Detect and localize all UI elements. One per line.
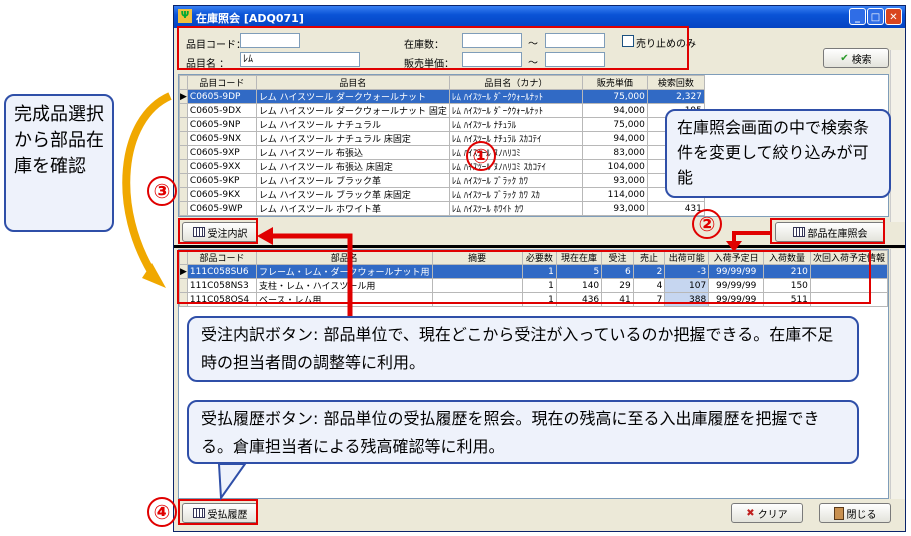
history-note-pointer xyxy=(217,463,247,501)
left-note-text: 完成品選択から部品在庫を確認 xyxy=(14,104,104,177)
product-cell: 94,000 xyxy=(581,131,648,146)
receipt-history-highlight xyxy=(178,499,258,525)
minimize-button[interactable]: _ xyxy=(849,8,866,25)
product-cell: 93,000 xyxy=(581,201,648,216)
order-note-text: 受注内訳ボタン: 部品単位で、現在どこから受注が入っているのか把握できる。在庫不… xyxy=(201,325,834,372)
right-note-text: 在庫照会画面の中で検索条件を変更して絞り込みが可能 xyxy=(677,118,870,187)
product-row[interactable]: C0605-9KX レム ハイスツール ブラック革 床固定 ﾚﾑ ﾊｲｽﾂｰﾙ ﾌﾞ… xyxy=(179,187,705,202)
product-row[interactable]: C0605-9NX レム ハイスツール ナチュラル 床固定 ﾚﾑ ﾊｲｽﾂｰﾙ ﾅﾁ… xyxy=(179,131,705,146)
close-label: 閉じる xyxy=(846,509,877,521)
product-cell: 2,327 xyxy=(646,89,705,104)
product-cell: 75,000 xyxy=(581,117,648,132)
product-cell: レム ハイスツール ダークウォールナット 固定 xyxy=(255,103,450,118)
order-note-callout: 受注内訳ボタン: 部品単位で、現在どこから受注が入っているのか把握できる。在庫不… xyxy=(187,316,859,382)
row-selector[interactable] xyxy=(179,187,188,202)
row-selector[interactable] xyxy=(179,145,188,160)
product-cell: レム ハイスツール ブラック革 xyxy=(255,173,450,188)
order-detail-highlight xyxy=(178,218,258,244)
product-row[interactable]: C0605-9NP レム ハイスツール ナチュラル ﾚﾑ ﾊｲｽﾂｰﾙ ﾅﾁｭﾗﾙ 7… xyxy=(179,117,705,132)
product-cell: レム ハイスツール 布張込 床固定 xyxy=(255,159,450,174)
row-selector[interactable] xyxy=(179,103,188,118)
product-row[interactable]: C0605-9XX レム ハイスツール 布張込 床固定 ﾚﾑ ﾊｲｽﾂｰﾙ ﾇﾉﾊﾘ… xyxy=(179,159,705,174)
product-cell: 93,000 xyxy=(581,173,648,188)
app-logo-icon: Ψ xyxy=(178,9,192,23)
product-row[interactable]: C0605-9KP レム ハイスツール ブラック革 ﾚﾑ ﾊｲｽﾂｰﾙ ﾌﾞﾗｯｸ … xyxy=(179,173,705,188)
search-conditions-highlight xyxy=(177,26,689,70)
product-cell: ﾚﾑ ﾊｲｽﾂｰﾙ ﾅﾁｭﾗﾙ xyxy=(448,117,583,132)
product-cell: C0605-9WP xyxy=(186,201,257,216)
product-cell: ﾚﾑ ﾊｲｽﾂｰﾙ ﾌﾞﾗｯｸ ｶﾜ ｽｶ xyxy=(448,187,583,202)
marker-1: ① xyxy=(466,141,496,171)
maximize-button[interactable]: □ xyxy=(867,8,884,25)
product-row[interactable]: C0605-9XP レム ハイスツール 布張込 ﾚﾑ ﾊｲｽﾂｰﾙ ﾇﾉﾊﾘｺﾐ 83… xyxy=(179,145,705,160)
clear-label: クリア xyxy=(757,509,788,521)
product-col-header[interactable]: 検索回数 xyxy=(646,75,705,90)
product-cell: C0605-9NX xyxy=(186,131,257,146)
close-button[interactable]: 閉じる xyxy=(819,503,891,523)
product-cell: 83,000 xyxy=(581,145,648,160)
product-cell: レム ハイスツール ダークウォールナット xyxy=(255,89,450,104)
product-cell: C0605-9NP xyxy=(186,117,257,132)
product-cell: ﾚﾑ ﾊｲｽﾂｰﾙ ﾀﾞｰｸｳｫｰﾙﾅｯﾄ xyxy=(448,103,583,118)
product-cell: C0605-9KX xyxy=(186,187,257,202)
product-col-header[interactable]: 品目名（カナ） xyxy=(448,75,583,90)
product-cell: 114,000 xyxy=(581,187,648,202)
row-selector[interactable] xyxy=(179,131,188,146)
product-col-header[interactable]: 販売単価 xyxy=(581,75,648,90)
window-title: 在庫照会 [ADQ071] xyxy=(196,12,304,25)
product-cell: 75,000 xyxy=(581,89,648,104)
product-row[interactable]: C0605-9DX レム ハイスツール ダークウォールナット 固定 ﾚﾑ ﾊｲｽﾂｰ… xyxy=(179,103,705,118)
close-window-button[interactable]: ✕ xyxy=(885,8,902,25)
x-icon: ✖ xyxy=(746,507,755,519)
title-bar: Ψ 在庫照会 [ADQ071] _ □ ✕ xyxy=(174,6,905,28)
product-col-header[interactable]: 品目名 xyxy=(255,75,450,90)
product-cell: 104,000 xyxy=(581,159,648,174)
product-cell: C0605-9KP xyxy=(186,173,257,188)
history-note-callout: 受払履歴ボタン: 部品単位の受払履歴を照会。現在の残高に至る入出庫履歴を把握でき… xyxy=(187,400,859,464)
product-cell: C0605-9XX xyxy=(186,159,257,174)
product-col-header[interactable]: 品目コード xyxy=(186,75,257,90)
right-note-callout: 在庫照会画面の中で検索条件を変更して絞り込みが可能 xyxy=(665,109,891,198)
product-cell: レム ハイスツール ブラック革 床固定 xyxy=(255,187,450,202)
marker-2: ② xyxy=(692,209,722,239)
product-scrollbar[interactable] xyxy=(890,50,905,222)
left-note-callout: 完成品選択から部品在庫を確認 xyxy=(4,94,114,232)
product-row[interactable]: ▶ C0605-9DP レム ハイスツール ダークウォールナット ﾚﾑ ﾊｲｽﾂｰﾙ … xyxy=(179,89,705,104)
door-icon xyxy=(833,506,844,520)
product-cell: レム ハイスツール 布張込 xyxy=(255,145,450,160)
product-cell: レム ハイスツール ホワイト革 xyxy=(255,201,450,216)
parts-inventory-highlight xyxy=(770,218,885,244)
product-cell: ﾚﾑ ﾊｲｽﾂｰﾙ ﾎﾜｲﾄ ｶﾜ xyxy=(448,201,583,216)
product-row[interactable]: C0605-9WP レム ハイスツール ホワイト革 ﾚﾑ ﾊｲｽﾂｰﾙ ﾎﾜｲﾄ ｶ… xyxy=(179,201,705,216)
row-selector[interactable] xyxy=(179,201,188,216)
product-cell: C0605-9DP xyxy=(186,89,257,104)
search-button-label: 検索 xyxy=(851,54,872,66)
history-note-text: 受払履歴ボタン: 部品単位の受払履歴を照会。現在の残高に至る入出庫履歴を把握でき… xyxy=(201,409,820,456)
search-button[interactable]: ✔ 検索 xyxy=(823,48,889,68)
product-cell: ﾚﾑ ﾊｲｽﾂｰﾙ ﾀﾞｰｸｳｫｰﾙﾅｯﾄ xyxy=(448,89,583,104)
product-cell: レム ハイスツール ナチュラル 床固定 xyxy=(255,131,450,146)
product-cell: C0605-9XP xyxy=(186,145,257,160)
product-cell: ﾚﾑ ﾊｲｽﾂｰﾙ ﾌﾞﾗｯｸ ｶﾜ xyxy=(448,173,583,188)
marker-3: ③ xyxy=(147,176,177,206)
row-header-corner xyxy=(179,75,188,90)
row-selector[interactable] xyxy=(179,117,188,132)
product-cell: レム ハイスツール ナチュラル xyxy=(255,117,450,132)
check-icon: ✔ xyxy=(840,52,849,64)
product-cell: 94,000 xyxy=(581,103,648,118)
marker-4: ④ xyxy=(147,497,177,527)
product-grid: 品目コード 品目名 品目名（カナ） 販売単価 検索回数 ▶ C0605-9DP レム ハイス… xyxy=(179,75,705,216)
row-selector[interactable] xyxy=(179,173,188,188)
parts-scrollbar[interactable] xyxy=(890,249,905,499)
row-selector[interactable] xyxy=(179,159,188,174)
parts-inventory-arrow xyxy=(726,231,770,252)
row-selector[interactable]: ▶ xyxy=(179,89,188,104)
clear-button[interactable]: ✖ クリア xyxy=(731,503,803,523)
product-cell: C0605-9DX xyxy=(186,103,257,118)
product-cell: ﾚﾑ ﾊｲｽﾂｰﾙ ﾅﾁｭﾗﾙ ｽｶｺﾃｲ xyxy=(448,131,583,146)
